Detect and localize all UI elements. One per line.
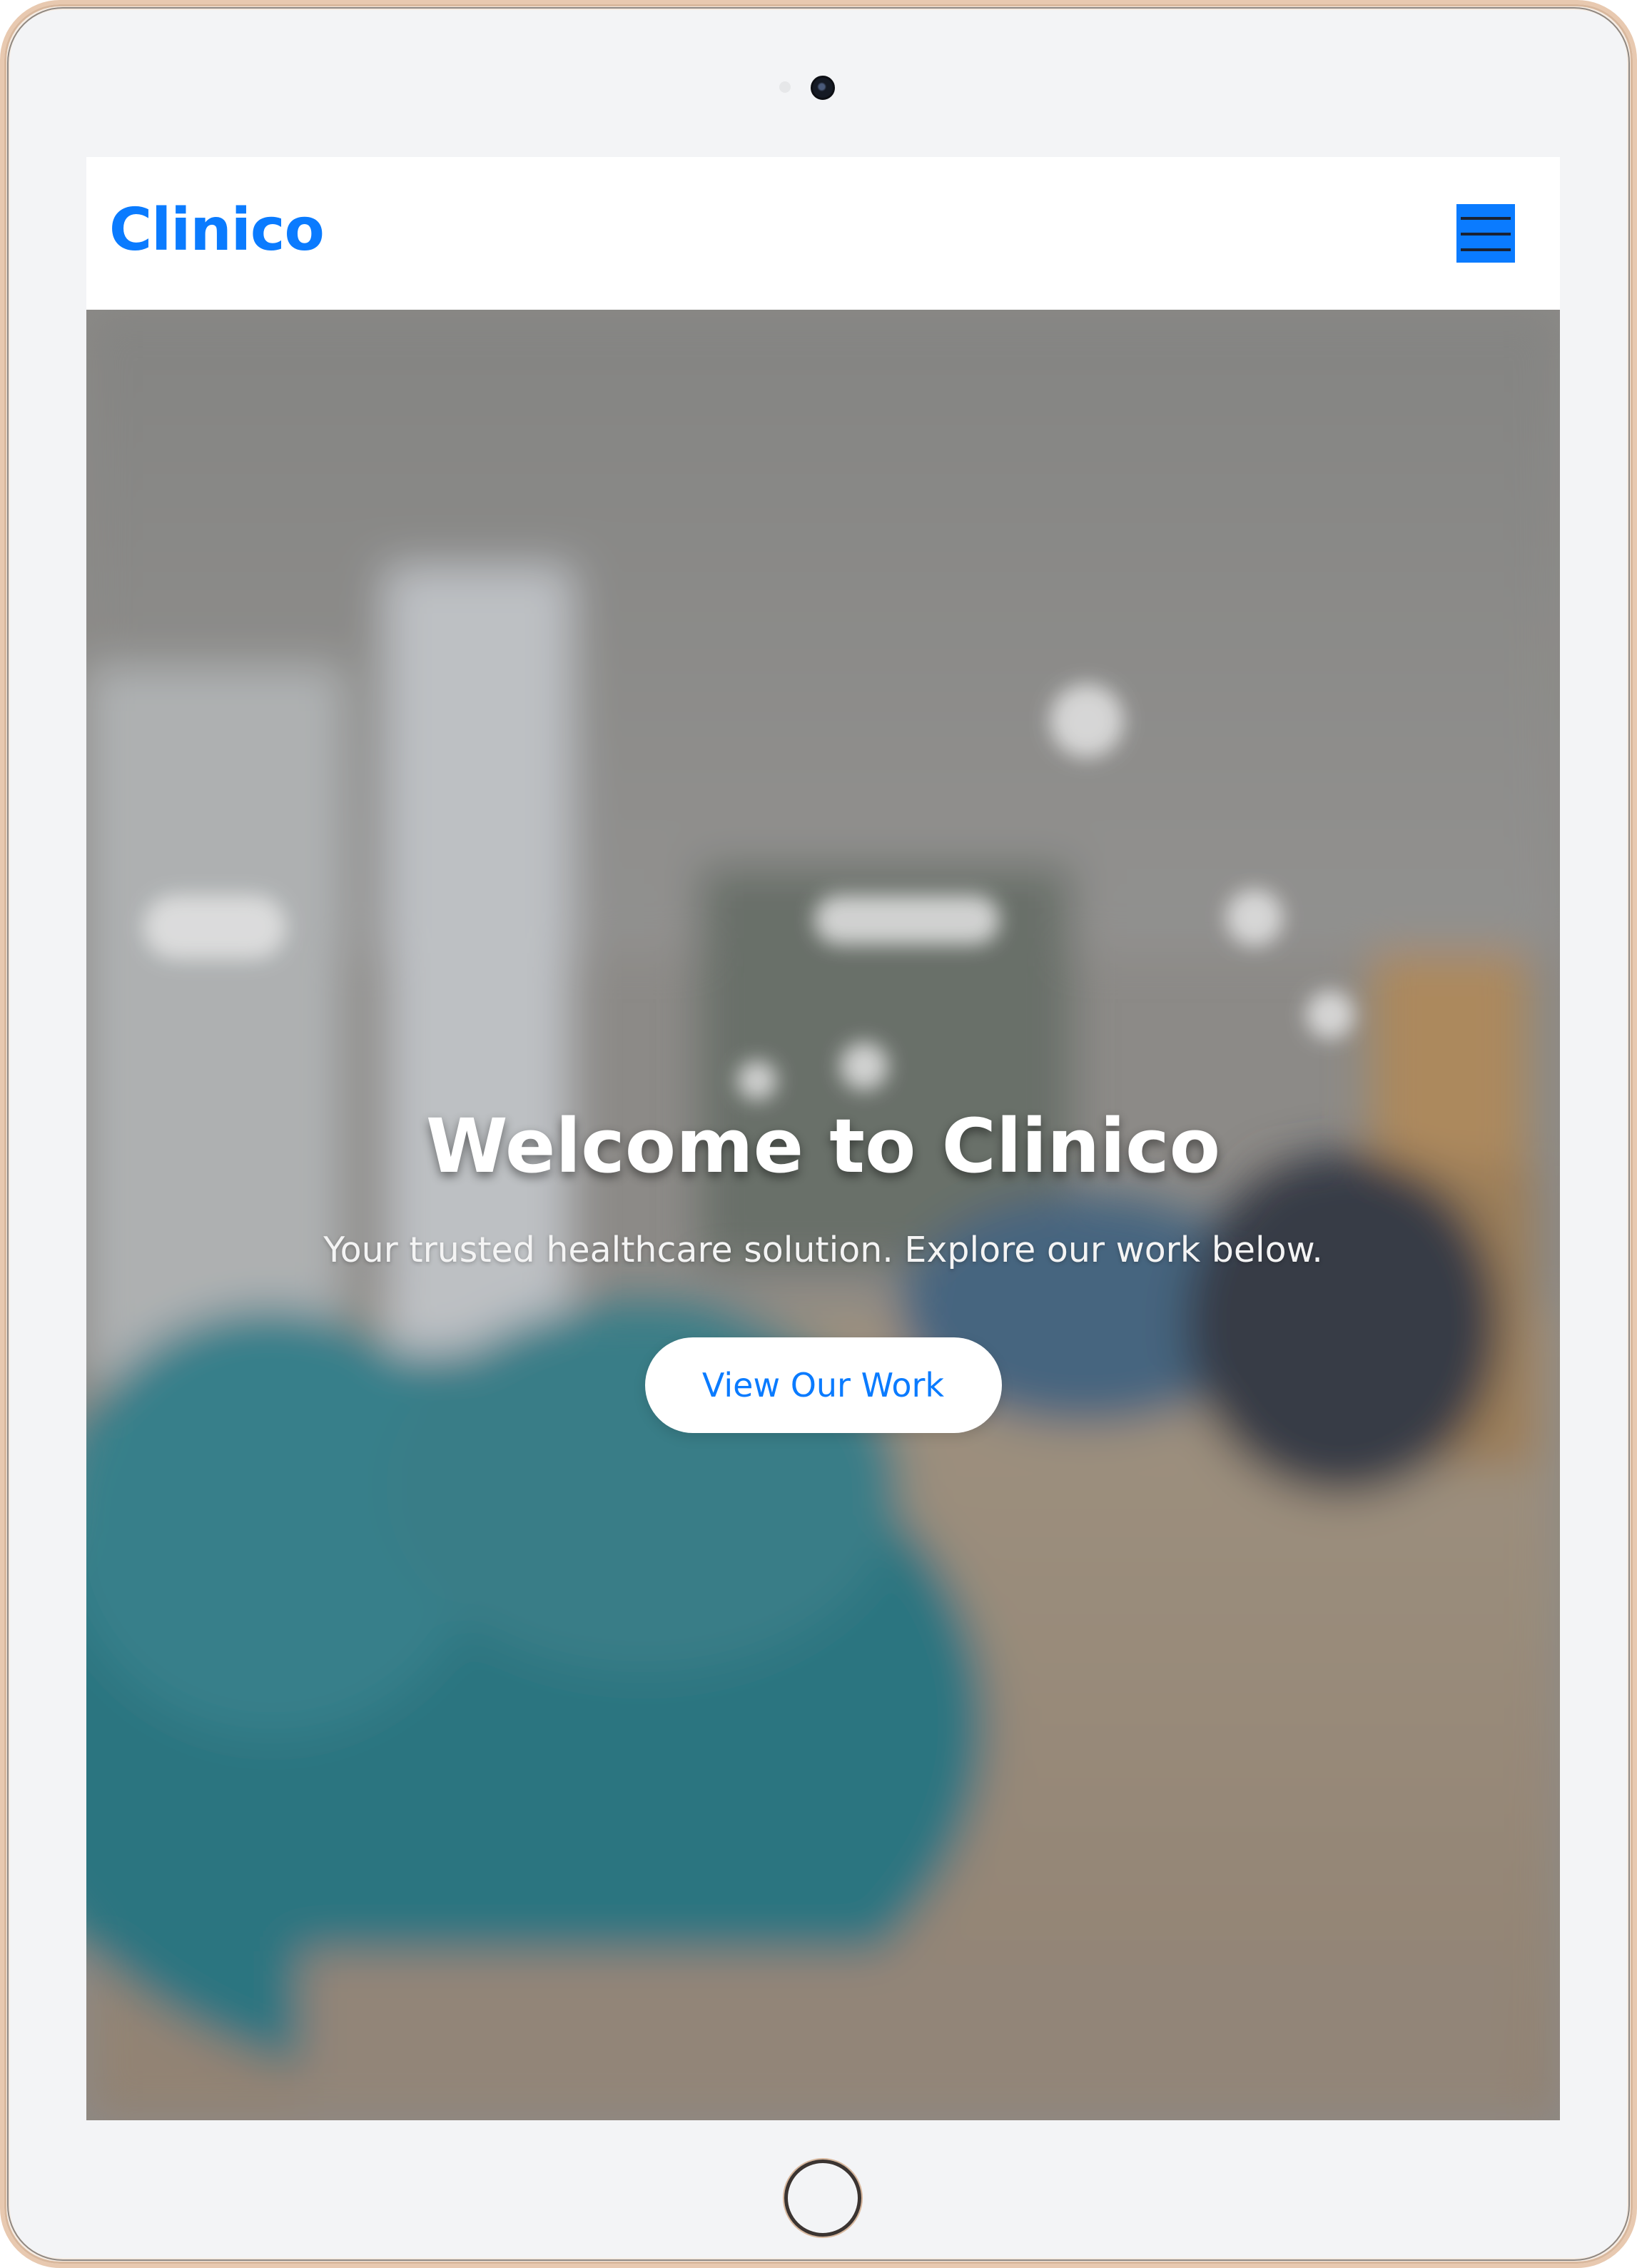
hero-subtitle: Your trusted healthcare solution. Explor… <box>323 1229 1323 1270</box>
navbar: Clinico <box>86 157 1560 310</box>
hero-section: Welcome to Clinico Your trusted healthca… <box>86 310 1560 2120</box>
hamburger-icon-line <box>1461 233 1511 236</box>
tablet-frame: Clinico Welcome to Clinico Your trusted … <box>0 0 1637 2268</box>
brand-logo[interactable]: Clinico <box>109 196 325 265</box>
sensor-dot <box>779 81 791 93</box>
menu-toggle-button[interactable] <box>1456 204 1515 263</box>
hamburger-icon <box>1461 217 1511 220</box>
hamburger-icon-line <box>1461 248 1511 251</box>
hero-content: Welcome to Clinico Your trusted healthca… <box>86 1102 1560 1433</box>
hero-title: Welcome to Clinico <box>425 1103 1221 1190</box>
home-button[interactable] <box>784 2160 861 2237</box>
screen: Clinico Welcome to Clinico Your trusted … <box>86 157 1560 2120</box>
camera-icon <box>811 76 835 100</box>
hero-background-image <box>86 310 1560 2120</box>
view-our-work-button[interactable]: View Our Work <box>644 1337 1002 1433</box>
hero-overlay <box>86 310 1560 2120</box>
